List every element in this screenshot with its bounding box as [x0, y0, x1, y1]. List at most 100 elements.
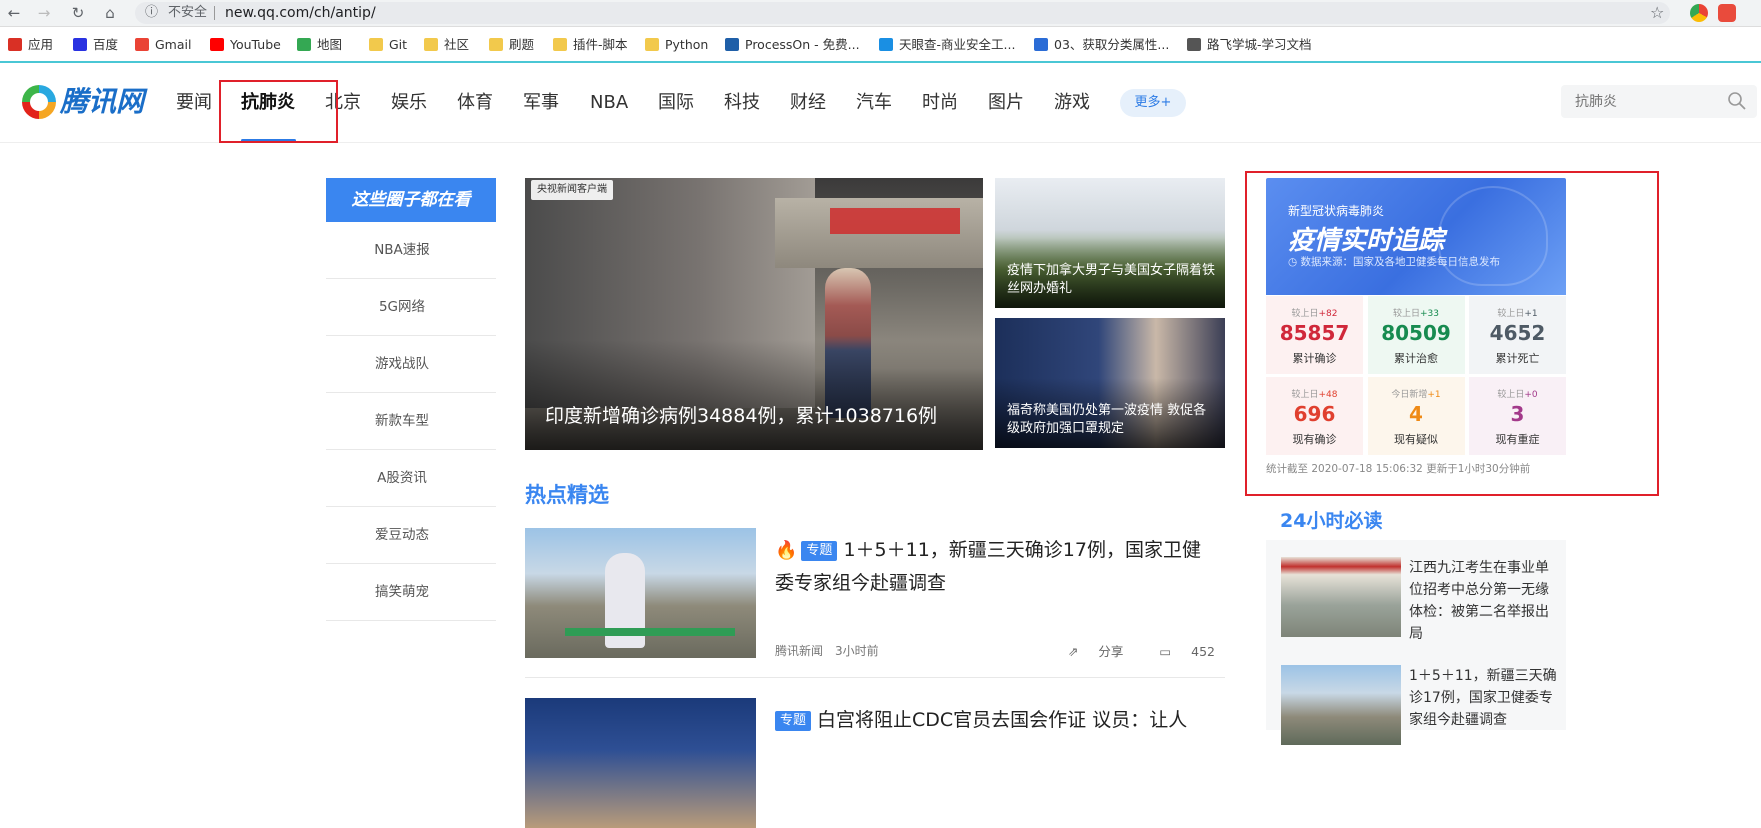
article-title-text[interactable]: 1＋5＋11，新疆三天确诊17例，国家卫健委专家组今赴疆调查 [775, 539, 1201, 594]
topic-tag: 专题 [775, 711, 812, 731]
stat-card: 较上日+0 3 现有重症 [1469, 377, 1566, 455]
circle-item[interactable]: 爱豆动态 [326, 507, 496, 564]
bookmark-icon [1034, 38, 1048, 51]
article-source: 腾讯新闻 [775, 644, 824, 658]
chrome-extension-icon[interactable] [1690, 4, 1708, 22]
nav-tab[interactable]: 娱乐 [391, 91, 427, 115]
side-news-caption[interactable]: 疫情下加拿大男子与美国女子隔着铁丝网办婚礼 [1007, 262, 1215, 298]
extension-icon[interactable] [1718, 4, 1736, 22]
hot-picks-title: 热点精选 [525, 483, 609, 507]
stat-delta-label: 较上日 [1291, 309, 1319, 319]
hero-caption[interactable]: 印度新增确诊病例34884例，累计1038716例 [545, 401, 975, 431]
share-button[interactable]: ⇗ 分享 [1052, 644, 1123, 659]
nav-tab[interactable]: 要闻 [176, 91, 212, 115]
nav-tab[interactable]: 游戏 [1054, 91, 1090, 115]
must-read-item[interactable]: 江西九江考生在事业单位招考中总分第一无缘体检：被第二名举报出局 [1281, 557, 1561, 647]
nav-tab[interactable]: 图片 [988, 91, 1024, 115]
stat-card: 较上日+33 80509 累计治愈 [1367, 296, 1465, 374]
home-icon[interactable]: ⌂ [100, 3, 120, 23]
bookmark-item[interactable]: 天眼查-商业安全工... [879, 36, 1015, 54]
article-title[interactable]: 🔥 专题 1＋5＋11，新疆三天确诊17例，国家卫健委专家组今赴疆调查 [775, 534, 1215, 599]
bookmark-item[interactable]: ProcessOn - 免费... [725, 36, 860, 54]
comment-icon: ▭ [1159, 644, 1176, 659]
search-icon[interactable] [1727, 91, 1747, 111]
epidemic-source-text: 数据来源：国家及各地卫健委每日信息发布 [1300, 256, 1501, 268]
nav-tab[interactable]: 国际 [658, 91, 694, 115]
nav-tab[interactable]: 时尚 [922, 91, 958, 115]
bookmark-item[interactable]: 插件-脚本 [553, 36, 628, 54]
forward-icon[interactable]: → [34, 3, 54, 23]
circle-item[interactable]: NBA速报 [326, 222, 496, 279]
bookmark-label: 03、获取分类属性... [1054, 37, 1170, 52]
must-read-item-title[interactable]: 江西九江考生在事业单位招考中总分第一无缘体检：被第二名举报出局 [1409, 557, 1559, 645]
comments-button[interactable]: ▭ 452 [1143, 644, 1215, 659]
side-news-2[interactable]: 福奇称美国仍处第一波疫情 敦促各级政府加强口罩规定 [995, 318, 1225, 448]
article-title[interactable]: 专题 白宫将阻止CDC官员去国会作证 议员：让人 [775, 704, 1215, 736]
bookmark-item[interactable]: YouTube [210, 36, 281, 54]
stat-label: 现有确诊 [1292, 433, 1337, 446]
circles-title: 这些圈子都在看 [326, 178, 496, 222]
address-bar[interactable]: ⓘ 不安全 new.qq.com/ch/antip/ [135, 2, 1670, 24]
nav-tab[interactable]: 军事 [523, 91, 559, 115]
must-read-thumbnail[interactable] [1281, 557, 1401, 637]
nav-tab[interactable]: 财经 [790, 91, 826, 115]
epidemic-tracker[interactable]: 新型冠状病毒肺炎 疫情实时追踪 ◷ 数据来源：国家及各地卫健委每日信息发布 较上… [1266, 178, 1566, 482]
bookmark-label: 天眼查-商业安全工... [899, 37, 1016, 52]
circle-item[interactable]: 搞笑萌宠 [326, 564, 496, 621]
stat-label: 累计死亡 [1495, 352, 1540, 365]
circle-item[interactable]: 5G网络 [326, 279, 496, 336]
bookmark-icon [135, 38, 149, 51]
bookmark-star-icon[interactable]: ☆ [1650, 3, 1664, 22]
side-news-1[interactable]: 疫情下加拿大男子与美国女子隔着铁丝网办婚礼 [995, 178, 1225, 308]
nav-tab[interactable]: NBA [590, 91, 628, 115]
stat-value: 4652 [1489, 321, 1546, 345]
bookmark-item[interactable]: Python [645, 36, 708, 54]
circle-item[interactable]: 新款车型 [326, 393, 496, 450]
must-read-item-title[interactable]: 1＋5＋11，新疆三天确诊17例，国家卫健委专家组今赴疆调查 [1409, 665, 1559, 731]
bookmark-item[interactable]: 03、获取分类属性... [1034, 36, 1169, 54]
bookmark-label: 百度 [93, 37, 119, 52]
stat-value: 3 [1510, 402, 1525, 426]
share-label: 分享 [1098, 644, 1124, 659]
search-input[interactable] [1575, 91, 1725, 113]
stat-card: 较上日+82 85857 累计确诊 [1266, 296, 1363, 374]
nav-tab[interactable]: 汽车 [856, 91, 892, 115]
nav-tab[interactable]: 科技 [724, 91, 760, 115]
bookmark-item[interactable]: 路飞学城-学习文档 [1187, 36, 1312, 54]
info-icon[interactable]: ⓘ [145, 2, 158, 24]
must-read-thumbnail[interactable] [1281, 665, 1401, 745]
bookmark-item[interactable]: 百度 [73, 36, 118, 54]
search-box[interactable] [1561, 85, 1757, 118]
bookmark-icon [210, 38, 224, 51]
highlight-frame-nav [219, 80, 338, 143]
bookmark-item[interactable]: 地图 [297, 36, 342, 54]
article-thumbnail[interactable] [525, 528, 756, 658]
bookmark-icon [553, 38, 567, 51]
bookmark-label: Gmail [155, 37, 192, 52]
bookmark-item[interactable]: Git [369, 36, 407, 54]
bookmark-item[interactable]: 社区 [424, 36, 469, 54]
circle-item[interactable]: A股资讯 [326, 450, 496, 507]
circle-item[interactable]: 游戏战队 [326, 336, 496, 393]
url-text[interactable]: new.qq.com/ch/antip/ [225, 2, 376, 24]
back-icon[interactable]: ← [4, 3, 24, 23]
nav-tab[interactable]: 体育 [457, 91, 493, 115]
bookmark-icon [725, 38, 739, 51]
news-article[interactable]: 专题 白宫将阻止CDC官员去国会作证 议员：让人 [525, 698, 1225, 828]
must-read-item[interactable]: 1＋5＋11，新疆三天确诊17例，国家卫健委专家组今赴疆调查 [1281, 665, 1561, 745]
bookmark-item[interactable]: 刷题 [489, 36, 534, 54]
bookmark-item[interactable]: Gmail [135, 36, 191, 54]
security-label: 不安全 [168, 5, 208, 20]
stat-value: 696 [1293, 402, 1336, 426]
hero-news[interactable]: 央视新闻客户端 印度新增确诊病例34884例，累计1038716例 [525, 178, 983, 450]
article-title-text[interactable]: 白宫将阻止CDC官员去国会作证 议员：让人 [817, 709, 1187, 731]
news-article[interactable]: 🔥 专题 1＋5＋11，新疆三天确诊17例，国家卫健委专家组今赴疆调查 腾讯新闻 3小… [525, 528, 1225, 678]
more-button[interactable]: 更多+ [1120, 89, 1186, 117]
side-news-caption[interactable]: 福奇称美国仍处第一波疫情 敦促各级政府加强口罩规定 [1007, 402, 1215, 438]
bookmark-icon [1187, 38, 1201, 51]
bookmark-item[interactable]: 应用 [8, 36, 53, 54]
reload-icon[interactable]: ↻ [68, 3, 88, 23]
comment-count: 452 [1191, 644, 1215, 659]
article-thumbnail[interactable] [525, 698, 756, 828]
stat-delta: 较上日+48 [1266, 387, 1363, 400]
